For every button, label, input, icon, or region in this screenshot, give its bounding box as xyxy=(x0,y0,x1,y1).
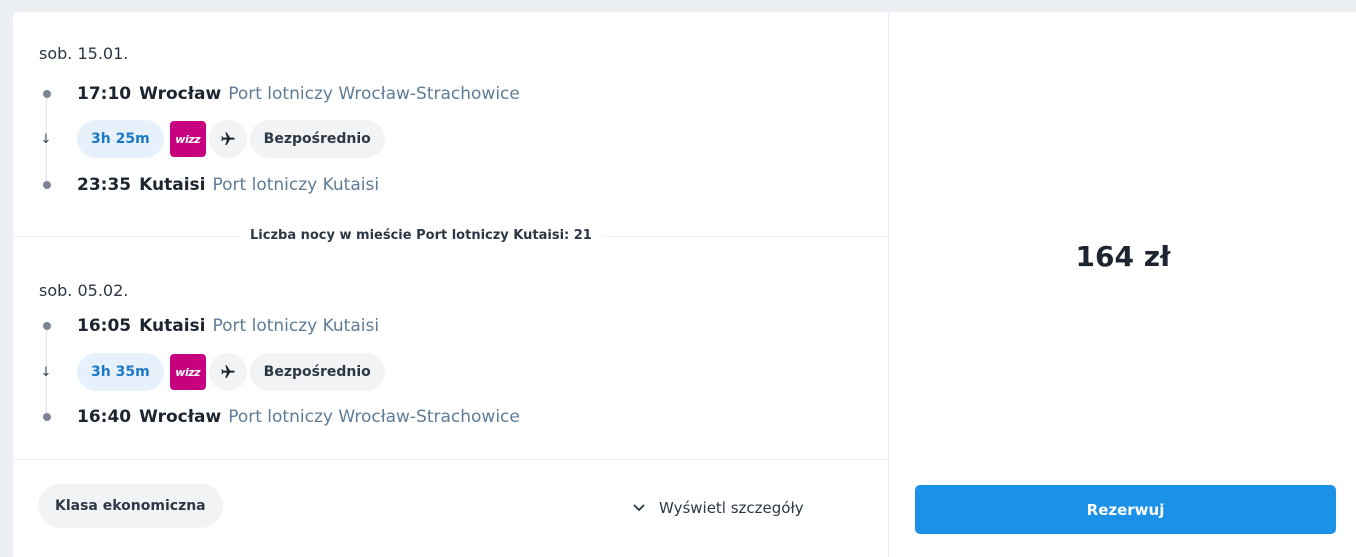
price-label: 164 zł xyxy=(1075,240,1171,273)
arrival-airport: Port lotniczy Kutaisi xyxy=(212,175,380,195)
chevron-down-icon xyxy=(633,504,645,512)
price-panel: 164 zł Rezerwuj xyxy=(890,12,1356,557)
departure-city: Kutaisi xyxy=(139,316,206,336)
departure-airport: Port lotniczy Kutaisi xyxy=(212,316,380,336)
departure-time: 16:05 xyxy=(77,316,132,336)
itinerary-panel: sob. 15.01. 17:10 Wrocław Port lotniczy … xyxy=(13,12,889,557)
stop-dot-icon xyxy=(43,413,51,421)
airline-logo: wizz xyxy=(169,354,206,390)
duration-badge: 3h 25m xyxy=(77,120,164,158)
stop-dot-icon xyxy=(43,181,51,189)
arrival-time: 23:35 xyxy=(77,175,132,195)
inbound-departure: 16:05 Kutaisi Port lotniczy Kutaisi xyxy=(41,314,379,338)
departure-time: 17:10 xyxy=(77,84,132,104)
arrival-time: 16:40 xyxy=(77,407,132,427)
arrival-city: Kutaisi xyxy=(139,175,206,195)
departure-city: Wrocław xyxy=(139,84,222,104)
arrow-down-icon: ↓ xyxy=(40,364,52,380)
show-details-label: Wyświetl szczegóły xyxy=(659,499,804,517)
cabin-class-badge: Klasa ekonomiczna xyxy=(38,484,223,528)
stop-dot-icon xyxy=(43,322,51,330)
direct-flight-badge: Bezpośrednio xyxy=(249,353,385,391)
inbound-segment-info: ↓ 3h 35m wizz Bezpośrednio xyxy=(39,353,385,391)
outbound-departure: 17:10 Wrocław Port lotniczy Wrocław-Stra… xyxy=(41,82,520,106)
airline-logo: wizz xyxy=(169,121,206,157)
book-button[interactable]: Rezerwuj xyxy=(915,485,1336,534)
flight-result-card: sob. 15.01. 17:10 Wrocław Port lotniczy … xyxy=(13,12,1356,557)
direct-flight-badge: Bezpośrednio xyxy=(249,120,385,158)
nights-label: Liczba nocy w mieście Port lotniczy Kuta… xyxy=(240,226,602,246)
duration-badge: 3h 35m xyxy=(77,353,164,391)
show-details-button[interactable]: Wyświetl szczegóły xyxy=(633,496,804,520)
plane-icon xyxy=(208,120,247,158)
arrival-city: Wrocław xyxy=(139,407,222,427)
outbound-arrival: 23:35 Kutaisi Port lotniczy Kutaisi xyxy=(41,173,379,197)
footer-divider xyxy=(13,459,889,460)
departure-airport: Port lotniczy Wrocław-Strachowice xyxy=(228,84,520,104)
stop-dot-icon xyxy=(43,90,51,98)
outbound-segment-info: ↓ 3h 25m wizz Bezpośrednio xyxy=(39,120,385,158)
arrow-down-icon: ↓ xyxy=(40,131,52,147)
plane-icon xyxy=(208,353,247,391)
outbound-date: sob. 15.01. xyxy=(39,44,129,63)
arrival-airport: Port lotniczy Wrocław-Strachowice xyxy=(228,407,520,427)
inbound-arrival: 16:40 Wrocław Port lotniczy Wrocław-Stra… xyxy=(41,405,520,429)
inbound-date: sob. 05.02. xyxy=(39,281,129,300)
